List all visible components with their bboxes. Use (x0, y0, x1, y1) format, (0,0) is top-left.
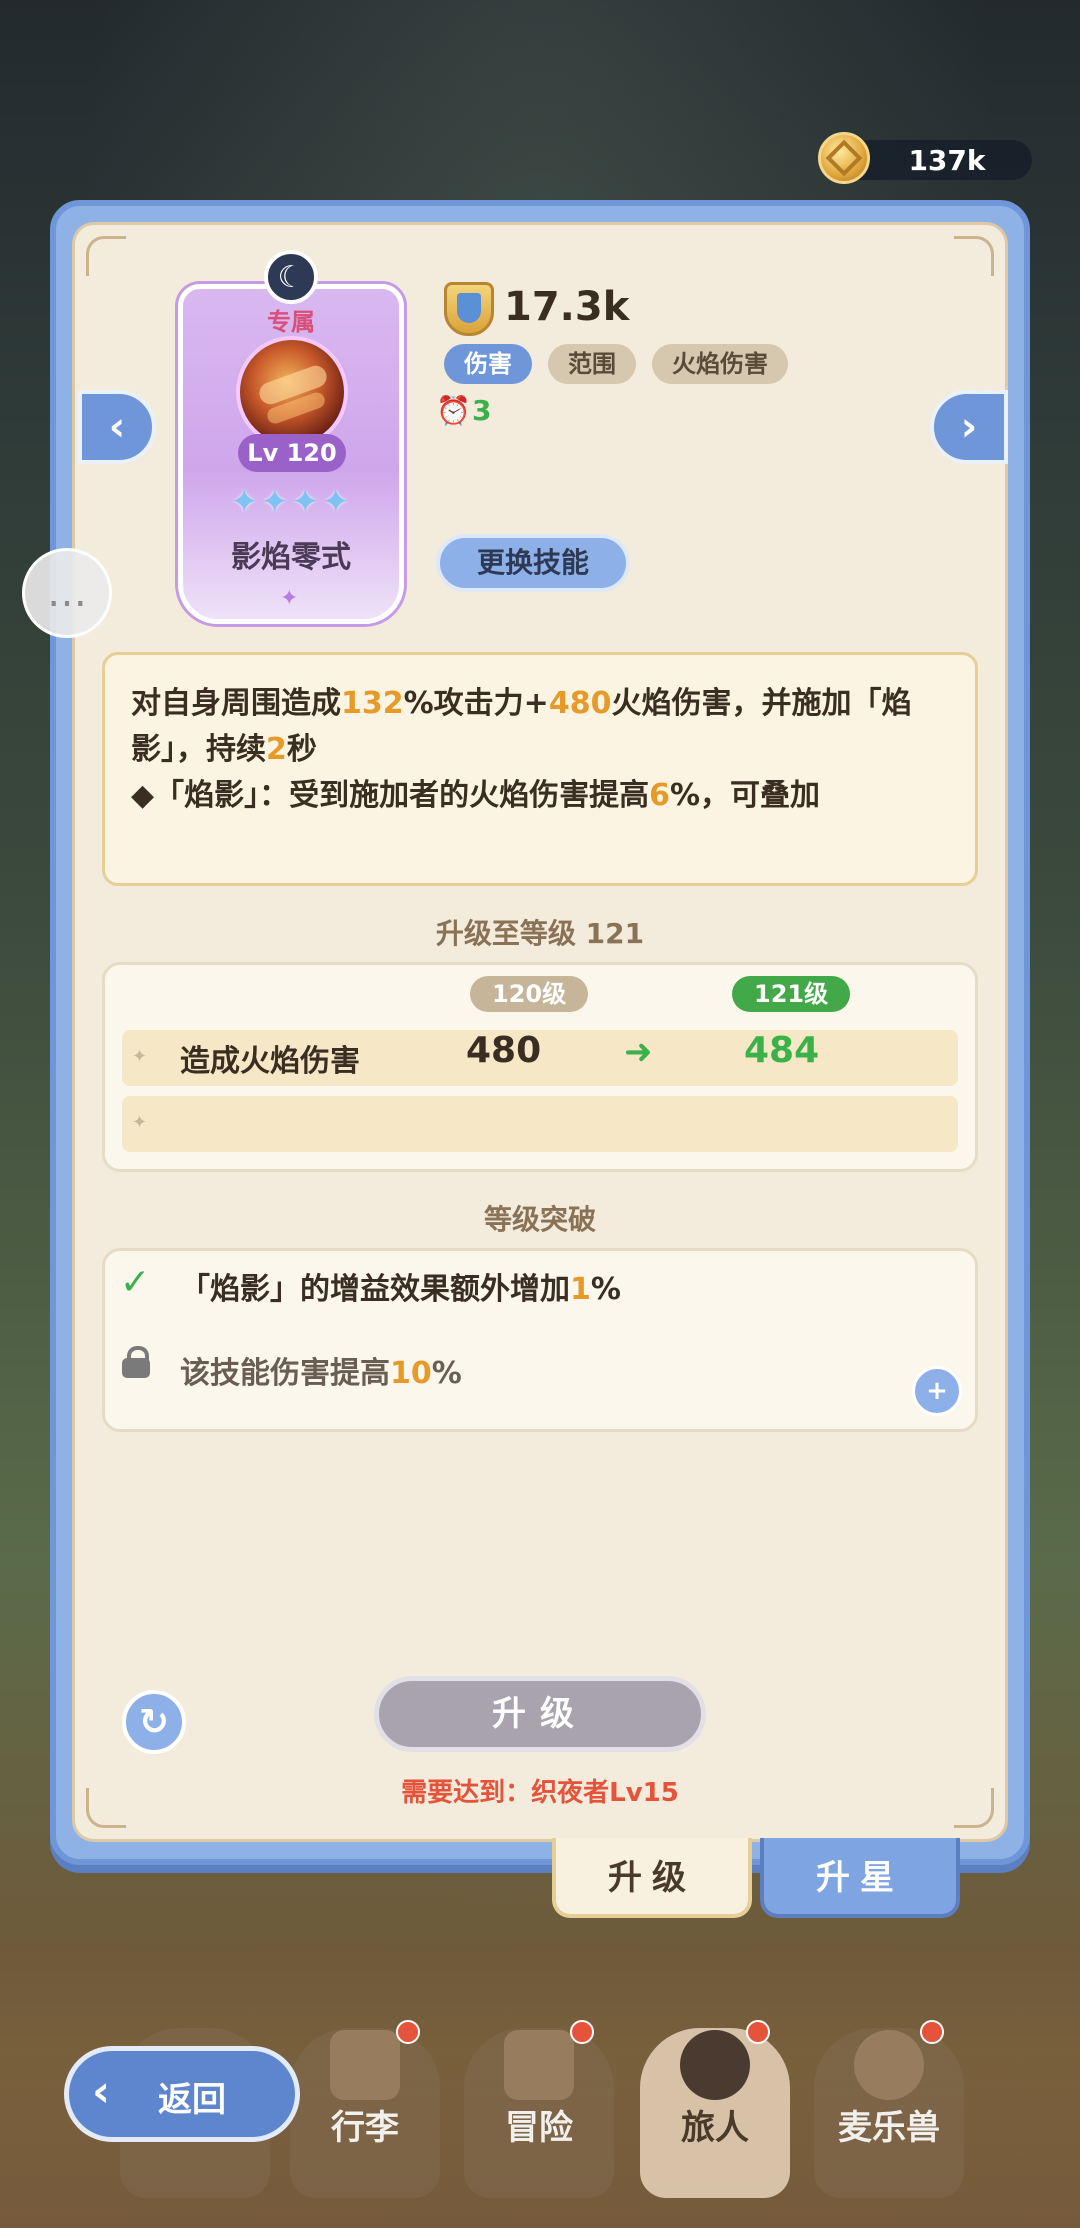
currency-display: 137k (818, 132, 1032, 184)
back-arrow-icon: ‹ (92, 2066, 111, 2117)
chevron-left-icon: ‹ (108, 404, 126, 450)
description-line: 影」，持续2秒 (131, 732, 317, 767)
description-line: ◆「焰影」：受到施加者的火焰伤害提高6%，可叠加 (131, 778, 821, 813)
back-label: 返回 (158, 2080, 226, 2120)
gem-icon: ✦ (280, 586, 299, 611)
tab-star-up[interactable]: 升星 (760, 1838, 960, 1918)
character-portrait-icon (680, 2030, 750, 2100)
chest-icon (330, 2030, 400, 2100)
chat-bubble-icon: … (47, 570, 87, 616)
corner-ornament (86, 236, 126, 276)
tag-range: 范围 (548, 344, 636, 384)
reset-button[interactable]: ↻ (122, 1690, 186, 1754)
next-level-pill: 121级 (732, 976, 851, 1012)
cooldown-value: 3 (472, 394, 492, 427)
notification-badge (396, 2020, 420, 2044)
skill-icon (236, 336, 348, 448)
currency-amount: 137k (908, 144, 986, 177)
nav-label-pets: 麦乐兽 (838, 2108, 940, 2148)
chevron-right-icon: › (960, 404, 978, 450)
next-skill-button[interactable]: › (930, 390, 1008, 464)
previous-skill-button[interactable]: ‹ (78, 390, 156, 464)
nav-label-traveler: 旅人 (681, 2108, 749, 2148)
row-bullet-icon: ✦ (132, 1112, 148, 1133)
tag-fire-damage: 火焰伤害 (652, 344, 788, 384)
stat-old-value: 480 (466, 1030, 542, 1071)
shield-icon (444, 282, 494, 336)
breakthrough-item-locked: 该技能伤害提高10% (180, 1356, 462, 1391)
exclusive-label: 专属 (267, 308, 315, 336)
skill-level-badge: Lv 120 (238, 434, 346, 472)
chat-button[interactable]: … (22, 548, 112, 638)
upgrade-requirement: 需要达到：织夜者Lv15 (401, 1778, 679, 1808)
notification-badge (746, 2020, 770, 2044)
crossed-swords-icon (504, 2030, 574, 2100)
nav-label-adventure: 冒险 (505, 2108, 573, 2148)
change-skill-button[interactable]: 更换技能 (436, 534, 630, 592)
moon-badge-icon: ☾ (264, 250, 318, 304)
skill-description: 对自身周围造成132%攻击力+480火焰伤害，并施加「焰 影」，持续2秒 ◆「焰… (102, 652, 978, 886)
arrow-right-icon: ➜ (624, 1032, 653, 1072)
alarm-clock-icon: ⏰ (436, 394, 471, 427)
skill-stars: ✦✦✦✦ (230, 482, 352, 522)
description-line: 对自身周围造成132%攻击力+480火焰伤害，并施加「焰 (131, 686, 912, 721)
stat-row (122, 1096, 958, 1152)
upgrade-button[interactable]: 升级 (374, 1676, 706, 1752)
magnifier-icon: + (926, 1376, 948, 1406)
pet-icon (854, 2030, 924, 2100)
check-icon: ✓ (120, 1262, 151, 1303)
zoom-in-button[interactable]: + (912, 1366, 962, 1416)
breakthrough-item-unlocked: 「焰影」的增益效果额外增加1% (180, 1272, 621, 1307)
breakthrough-section-title: 等级突破 (483, 1203, 596, 1236)
notification-badge (920, 2020, 944, 2044)
row-bullet-icon: ✦ (132, 1046, 148, 1067)
skill-power: 17.3k (504, 284, 630, 330)
stat-label: 造成火焰伤害 (180, 1044, 360, 1079)
stat-new-value: 484 (744, 1030, 820, 1071)
current-level-pill: 120级 (470, 976, 589, 1012)
notification-badge (570, 2020, 594, 2044)
nav-label-luggage: 行李 (331, 2108, 399, 2148)
refresh-icon: ↻ (138, 1701, 170, 1743)
upgrade-section-title: 升级至等级 121 (435, 917, 645, 950)
tag-damage: 伤害 (444, 344, 532, 384)
tab-upgrade[interactable]: 升级 (552, 1838, 752, 1918)
corner-ornament (954, 236, 994, 276)
lock-icon (122, 1346, 150, 1378)
skill-name: 影焰零式 (231, 540, 351, 575)
